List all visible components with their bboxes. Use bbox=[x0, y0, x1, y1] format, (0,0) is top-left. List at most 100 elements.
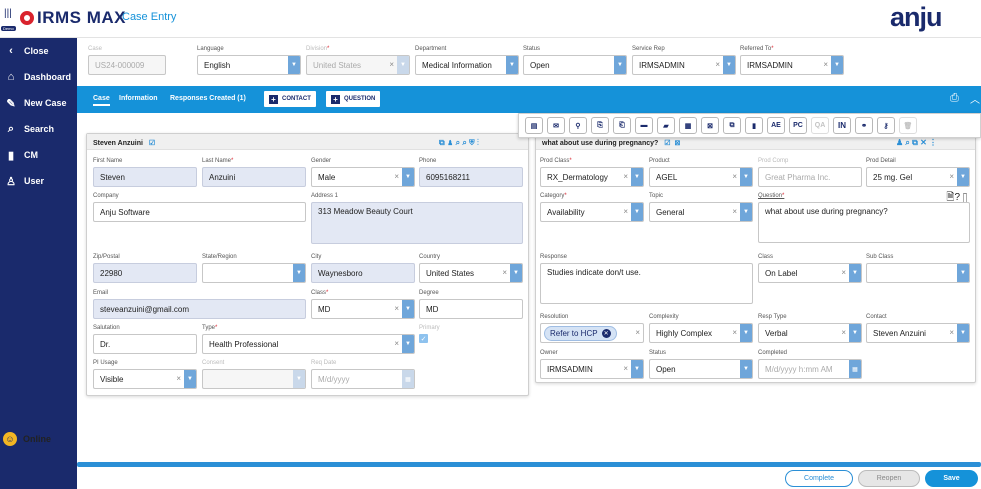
clear-icon[interactable]: × bbox=[394, 339, 399, 348]
chevron-down-icon[interactable]: ▼ bbox=[831, 56, 843, 74]
clear-icon[interactable]: × bbox=[949, 172, 954, 181]
chevron-down-icon[interactable]: ▼ bbox=[510, 264, 522, 282]
save-button[interactable]: Save bbox=[925, 470, 978, 487]
status-select[interactable]: Open ▼ bbox=[523, 55, 627, 75]
product-select[interactable]: AGEL × ▼ bbox=[649, 167, 753, 187]
q-status-select[interactable]: Open ▼ bbox=[649, 359, 753, 379]
clear-icon[interactable]: × bbox=[841, 268, 846, 277]
owner-select[interactable]: IRMSADMIN × ▼ bbox=[540, 359, 644, 379]
chevron-down-icon[interactable]: ▼ bbox=[402, 300, 414, 318]
chevron-down-icon[interactable]: ▼ bbox=[614, 56, 626, 74]
chevron-down-icon[interactable]: ▼ bbox=[740, 203, 752, 221]
chevron-down-icon[interactable]: ▼ bbox=[740, 324, 752, 342]
more-icon[interactable]: ⋮ bbox=[477, 138, 479, 147]
clear-icon[interactable]: × bbox=[176, 374, 181, 383]
copy-icon[interactable]: ⧉ bbox=[912, 138, 918, 147]
clear-icon[interactable]: × bbox=[823, 60, 828, 69]
company-input[interactable]: Anju Software bbox=[93, 202, 306, 222]
clear-icon[interactable]: × bbox=[949, 328, 954, 337]
chevron-down-icon[interactable]: ▼ bbox=[723, 56, 735, 74]
chevron-down-icon[interactable]: ▼ bbox=[631, 168, 643, 186]
resp-type-select[interactable]: Verbal × ▼ bbox=[758, 323, 862, 343]
clear-icon[interactable]: × bbox=[394, 304, 399, 313]
chevron-down-icon[interactable]: ▼ bbox=[631, 203, 643, 221]
copy-icon[interactable]: ⧉ bbox=[723, 117, 741, 134]
chevron-down-icon[interactable]: ▼ bbox=[631, 360, 643, 378]
remove-chip-icon[interactable]: ✕ bbox=[601, 328, 611, 338]
expand-icon[interactable]: ⊠ bbox=[674, 140, 680, 147]
pi-usage-select[interactable]: Visible × ▼ bbox=[93, 369, 197, 389]
first-name-input[interactable]: Steven bbox=[93, 167, 197, 187]
search-icon[interactable]: ⌕ bbox=[462, 138, 466, 147]
type-select[interactable]: Health Professional × ▼ bbox=[202, 334, 415, 354]
letter-icon[interactable]: ⎗ bbox=[613, 117, 631, 134]
more-icon[interactable]: ⋮ bbox=[929, 138, 937, 147]
prod-class-select[interactable]: RX_Dermatology × ▼ bbox=[540, 167, 644, 187]
complexity-select[interactable]: Highly Complex × ▼ bbox=[649, 323, 753, 343]
chat-icon[interactable]: ▰ bbox=[657, 117, 675, 134]
completed-input[interactable]: M/d/yyyy h:mm AM ▦ bbox=[758, 359, 862, 379]
state-select[interactable]: ▼ bbox=[202, 263, 306, 283]
gender-select[interactable]: Male × ▼ bbox=[311, 167, 415, 187]
envelope-icon[interactable]: ⊠ bbox=[701, 117, 719, 134]
search-icon[interactable]: ⌕ bbox=[905, 138, 909, 147]
tab-case[interactable]: Case bbox=[93, 95, 110, 106]
online-status[interactable]: ☺ Online bbox=[0, 432, 77, 446]
chevron-down-icon[interactable]: ▼ bbox=[740, 168, 752, 186]
mail-icon[interactable]: ✉ bbox=[547, 117, 565, 134]
resolution-select[interactable]: Refer to HCP ✕ × bbox=[540, 323, 644, 343]
clear-icon[interactable]: × bbox=[394, 172, 399, 181]
prod-detail-select[interactable]: 25 mg. Gel × ▼ bbox=[866, 167, 970, 187]
person-icon[interactable]: ♟ bbox=[447, 138, 453, 147]
clear-icon[interactable]: × bbox=[732, 172, 737, 181]
close-icon[interactable]: ✕ bbox=[920, 138, 927, 147]
chevron-down-icon[interactable]: ▼ bbox=[402, 335, 414, 353]
copy-icon[interactable]: ⧉ bbox=[439, 138, 445, 147]
address1-input[interactable]: 313 Meadow Beauty Court bbox=[311, 202, 523, 244]
department-select[interactable]: Medical Information ▼ bbox=[415, 55, 519, 75]
clear-icon[interactable]: × bbox=[715, 60, 720, 69]
document-icon[interactable]: ▤ bbox=[525, 117, 543, 134]
clear-icon[interactable]: × bbox=[841, 328, 846, 337]
prod-comp-input[interactable]: Great Pharma Inc. bbox=[758, 167, 862, 187]
clear-icon[interactable]: × bbox=[732, 207, 737, 216]
clear-icon[interactable]: × bbox=[732, 328, 737, 337]
country-select[interactable]: United States × ▼ bbox=[419, 263, 523, 283]
zip-input[interactable]: 22980 bbox=[93, 263, 197, 283]
chevron-down-icon[interactable]: ▼ bbox=[402, 168, 414, 186]
clear-icon[interactable]: × bbox=[623, 364, 628, 373]
adverse-event-button[interactable]: AE bbox=[767, 117, 785, 134]
attachment-icon[interactable]: ⚲ bbox=[569, 117, 587, 134]
note-icon[interactable]: ▦ bbox=[679, 117, 697, 134]
trash-icon[interactable]: 🗑 bbox=[899, 117, 917, 134]
menu-icon[interactable]: ||| bbox=[4, 9, 14, 19]
phone-input[interactable]: 6095168211 bbox=[419, 167, 523, 187]
referred-to-select[interactable]: IRMSADMIN × ▼ bbox=[740, 55, 844, 75]
product-complaint-button[interactable]: PC bbox=[789, 117, 807, 134]
search-person-icon[interactable]: ⌕ bbox=[456, 138, 460, 147]
chevron-down-icon[interactable]: ▼ bbox=[957, 168, 969, 186]
chevron-down-icon[interactable]: ▼ bbox=[849, 324, 861, 342]
sidebar-item-search[interactable]: ⌕ Search bbox=[0, 116, 77, 142]
sidebar-item-new-case[interactable]: ✎ New Case bbox=[0, 90, 77, 116]
complete-button[interactable]: Complete bbox=[785, 470, 853, 487]
sidebar-item-dashboard[interactable]: ⌂ Dashboard bbox=[0, 64, 77, 90]
export-icon[interactable]: ⎙ bbox=[950, 92, 959, 105]
city-input[interactable]: Waynesboro bbox=[311, 263, 415, 283]
sidebar-item-close[interactable]: ‹ Close bbox=[0, 38, 77, 64]
chevron-down-icon[interactable]: ▼ bbox=[849, 264, 861, 282]
person-icon[interactable]: ♟ bbox=[896, 138, 903, 147]
q-contact-select[interactable]: Steven Anzuini × ▼ bbox=[866, 323, 970, 343]
category-select[interactable]: Availability × ▼ bbox=[540, 202, 644, 222]
calendar-icon[interactable]: ▦ bbox=[402, 370, 414, 388]
clear-icon[interactable]: × bbox=[502, 268, 507, 277]
last-name-input[interactable]: Anzuini bbox=[202, 167, 306, 187]
chevron-down-icon[interactable]: ▼ bbox=[506, 56, 518, 74]
chevron-down-icon[interactable]: ▼ bbox=[293, 264, 305, 282]
fax-icon[interactable]: ▬ bbox=[635, 117, 653, 134]
collapse-icon[interactable]: ︿ bbox=[970, 91, 980, 106]
key-icon[interactable]: ⚷ bbox=[877, 117, 895, 134]
edit-icon[interactable]: ☑ bbox=[664, 140, 670, 147]
topic-select[interactable]: General × ▼ bbox=[649, 202, 753, 222]
shield-icon[interactable]: ⛨ bbox=[469, 138, 475, 147]
